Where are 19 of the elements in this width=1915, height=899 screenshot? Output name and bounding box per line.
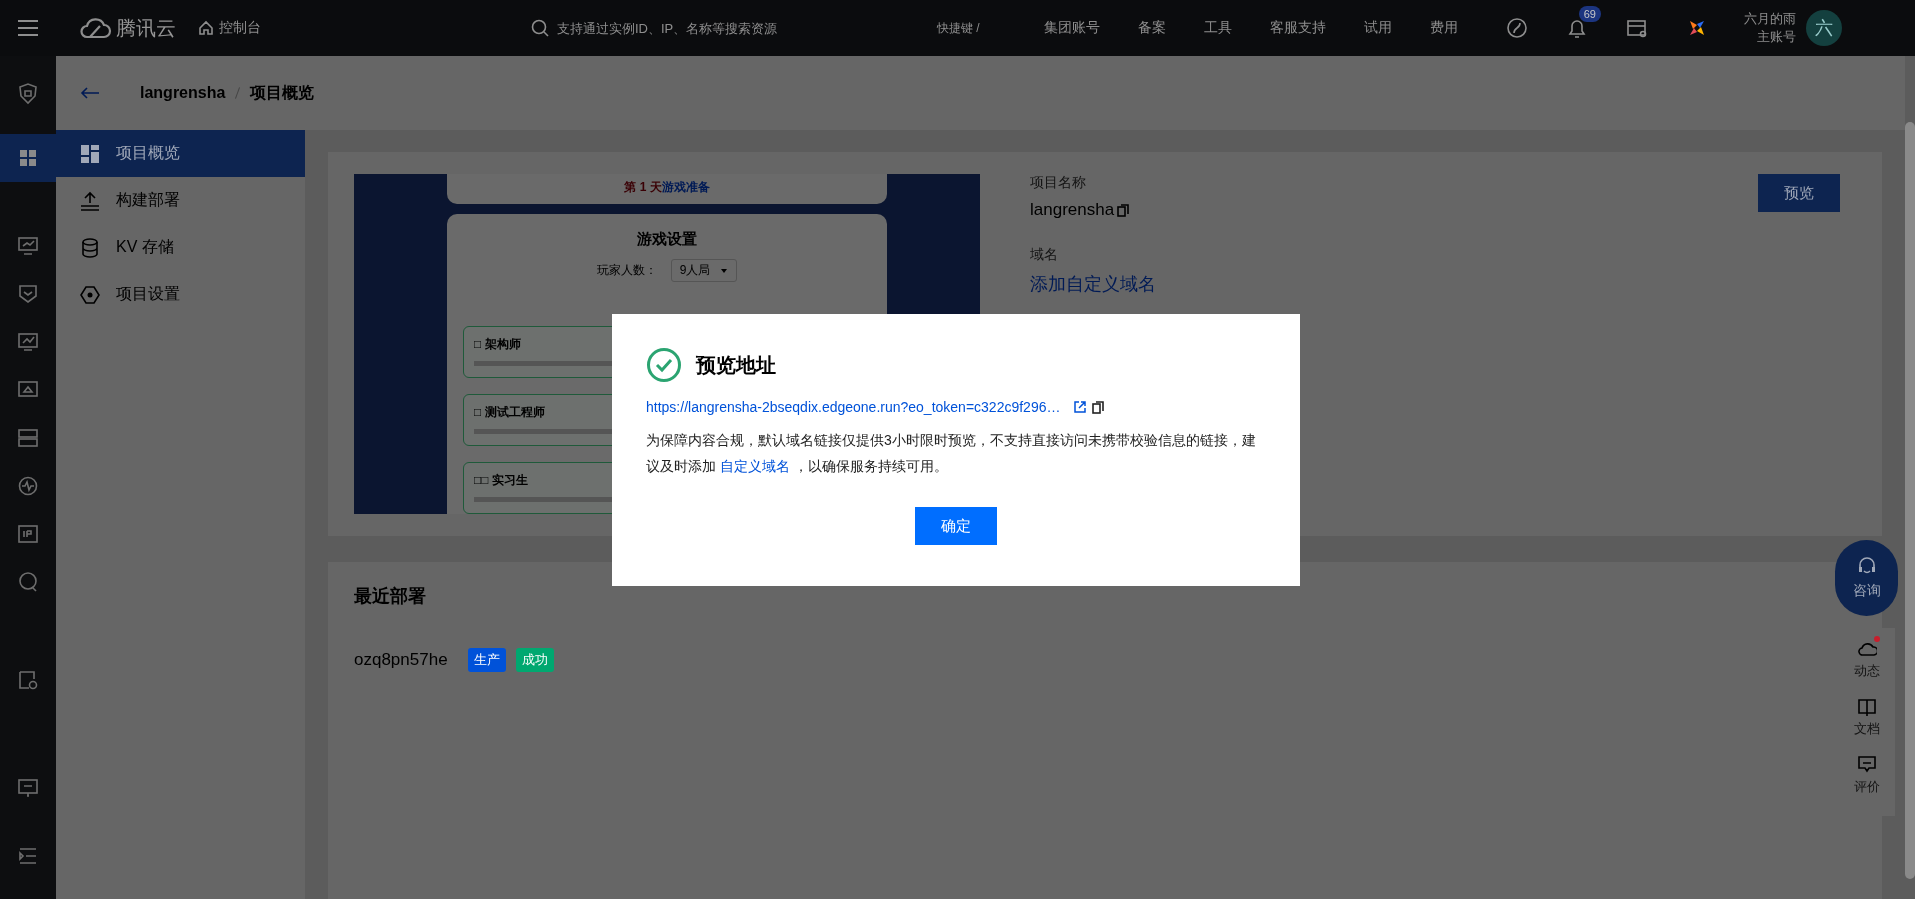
- role-name: □ 测试工程师: [474, 405, 545, 419]
- section-title: 最近部署: [354, 585, 427, 608]
- status-tag: 生产: [467, 648, 506, 672]
- dialog-title: 预览地址: [696, 352, 776, 378]
- notification-badge: 69: [1578, 6, 1601, 22]
- notice-text: 为保障内容合规，默认域名链接仅提供3小时限时预览，不支持直接访问未携带校验信息的链接，建议及时添加 自定义域名 ，以确保服务持续可用。: [646, 431, 1257, 476]
- phase-label: 游戏准备: [661, 180, 710, 194]
- settings-title: 游戏设置: [637, 230, 697, 249]
- status-tag: 成功: [515, 648, 554, 672]
- field-label: 项目名称: [1030, 174, 1086, 192]
- project-name: langrensha: [1030, 200, 1115, 220]
- day-label: 第 1 天: [624, 180, 662, 194]
- role-name: □ 架构师: [474, 337, 521, 351]
- page-title: 项目概览: [250, 82, 315, 103]
- role-name: □□ 实习生: [474, 473, 528, 487]
- shortcut-hint: 快捷键 /: [937, 19, 980, 37]
- account-type: 主账号: [1756, 28, 1796, 46]
- field-label: 域名: [1030, 246, 1058, 264]
- players-label: 玩家人数：: [596, 262, 657, 279]
